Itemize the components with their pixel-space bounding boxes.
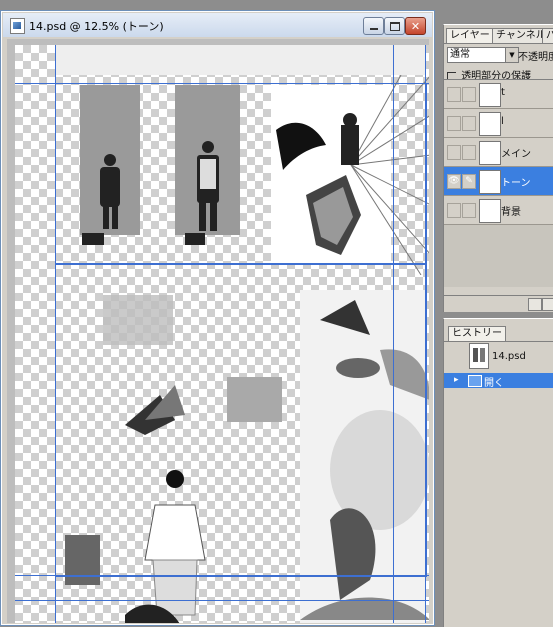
tab-history[interactable]: ヒストリー	[448, 326, 506, 341]
blend-mode-value: 通常	[450, 49, 470, 60]
close-icon: ✕	[410, 19, 421, 33]
layer-thumbnail	[479, 170, 501, 194]
layer-thumbnail	[479, 199, 501, 223]
top-tone-strip	[55, 45, 425, 75]
open-document-icon	[468, 375, 482, 387]
eye-icon[interactable]: 👁	[447, 174, 461, 189]
chevron-down-icon: ▼	[505, 48, 518, 62]
visibility-toggle[interactable]	[447, 116, 461, 131]
manga-page-canvas[interactable]	[15, 45, 429, 623]
layer-row-main[interactable]: メイン	[444, 138, 553, 167]
layer-row-l[interactable]: l	[444, 109, 553, 138]
layer-name: l	[501, 116, 504, 127]
layer-row-t[interactable]: t	[444, 80, 553, 109]
layer-name: t	[501, 87, 505, 98]
opacity-label[interactable]: 不透明度	[518, 48, 553, 63]
document-titlebar[interactable]: 14.psd @ 12.5% (トーン) ✕	[3, 13, 432, 37]
layer-name: トーン	[501, 178, 531, 189]
panel-frame-top	[55, 83, 427, 265]
layer-thumbnail	[479, 141, 501, 165]
layers-panel-tabs: レイヤー チャンネル パ	[444, 27, 553, 44]
guide-horizontal-3	[15, 600, 429, 601]
link-toggle[interactable]	[462, 145, 476, 160]
new-layer-button[interactable]	[528, 298, 542, 311]
tab-paths[interactable]: パ	[542, 28, 553, 43]
layers-panel-footer	[444, 295, 553, 312]
maximize-button[interactable]	[384, 17, 405, 35]
visibility-toggle[interactable]	[447, 203, 461, 218]
layer-row-tone[interactable]: 👁 ✎ トーン	[444, 167, 553, 196]
close-button[interactable]: ✕	[405, 17, 426, 35]
visibility-toggle[interactable]	[447, 145, 461, 160]
document-title: 14.psd @ 12.5% (トーン)	[29, 20, 164, 33]
tab-layers[interactable]: レイヤー	[446, 28, 494, 43]
link-toggle[interactable]	[462, 203, 476, 218]
history-panel: ヒストリー 14.psd ▸ 開く	[443, 318, 553, 627]
history-step-label: 開く	[484, 378, 504, 389]
history-brush-icon: ▸	[454, 375, 459, 385]
layer-name: メイン	[501, 149, 531, 160]
document-window: 14.psd @ 12.5% (トーン) ✕	[0, 10, 435, 626]
layer-row-background[interactable]: 背景	[444, 196, 553, 225]
history-panel-tabs: ヒストリー	[444, 325, 553, 342]
minimize-button[interactable]	[363, 17, 384, 35]
layer-thumbnail	[479, 112, 501, 136]
maximize-icon	[389, 21, 400, 31]
psd-document-icon	[10, 18, 25, 34]
canvas-area[interactable]	[7, 39, 429, 623]
minimize-icon	[369, 28, 378, 30]
snapshot-thumbnail	[469, 343, 489, 369]
layer-name: 背景	[501, 207, 521, 218]
snapshot-name: 14.psd	[492, 351, 526, 362]
panel-frame-bottom	[55, 263, 427, 577]
blend-mode-select[interactable]: 通常 ▼	[447, 47, 519, 63]
link-toggle[interactable]	[462, 87, 476, 102]
link-toggle[interactable]	[462, 116, 476, 131]
history-snapshot[interactable]: 14.psd	[444, 343, 553, 371]
layers-panel: レイヤー チャンネル パ 通常 ▼ 不透明度 透明部分の保護 t l メイン	[443, 24, 553, 312]
brush-icon[interactable]: ✎	[462, 174, 476, 189]
layer-list: t l メイン 👁 ✎ トーン 背景	[444, 79, 553, 287]
visibility-toggle[interactable]	[447, 87, 461, 102]
delete-layer-button[interactable]	[542, 298, 553, 311]
history-step-open[interactable]: ▸ 開く	[444, 373, 553, 389]
layer-thumbnail	[479, 83, 501, 107]
